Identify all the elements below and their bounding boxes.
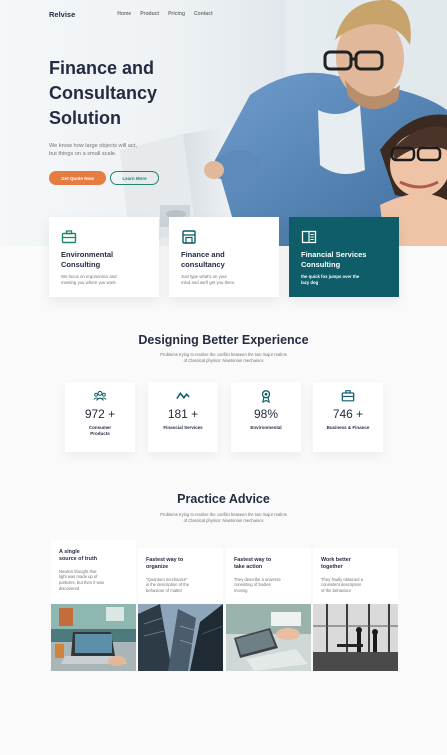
practice-card-work-together[interactable]: Work better together They finally obtain… (313, 548, 398, 671)
practice-card-header: A single source of truth Newton thought … (51, 540, 136, 604)
practice-subtitle-line: Problems trying to resolve the conflict … (160, 512, 287, 517)
office-window-photo (313, 604, 398, 671)
practice-card-title: Fastest way to take action (234, 557, 303, 572)
hero-title-line: Finance and (49, 58, 155, 78)
service-title: Finance and consultancy (181, 250, 267, 269)
stat-value: 98% (253, 407, 279, 421)
practice-card-take-action[interactable]: Fastest way to take action They describe… (226, 548, 311, 671)
book-icon (301, 230, 317, 244)
practice-card-title-line: Fastest way to (234, 557, 272, 563)
practice-card-text-line: behaviour of matter (146, 588, 183, 593)
practice-card-title-line: take action (234, 564, 263, 571)
hero-section: Relvise Home Product Pricing Contact Fin… (0, 0, 447, 246)
practice-card-title-line: together (321, 564, 343, 571)
hero-subtitle-line: We know how large objects will act, (49, 143, 137, 149)
practice-card-text: Newton thought that light was made up of… (59, 569, 128, 591)
stat-label: Consumer Products (65, 425, 135, 437)
stat-label: Business & Finance (313, 425, 383, 431)
practice-card-title-line: source of truth (59, 556, 98, 563)
service-title-line: Finance and (181, 250, 225, 259)
award-icon (261, 390, 271, 403)
hero-subtitle: We know how large objects will act, but … (49, 142, 179, 158)
service-title: Financial Services Consulting (301, 250, 387, 269)
practice-card-title-line: Fastest way to (146, 557, 184, 563)
experience-subtitle-line: of Classical physics: Newtonian mechanic… (183, 358, 264, 363)
practice-card-title: A single source of truth (59, 549, 128, 564)
nav-link-product[interactable]: Product (140, 11, 159, 17)
practice-card-text: They describe a universe consisting of b… (234, 577, 303, 594)
practice-card-text-line: of the behaviour (321, 588, 352, 593)
practice-title: Practice Advice (177, 492, 270, 506)
service-title-line: Consulting (301, 259, 341, 269)
service-card-environmental[interactable]: Environmental Consulting We focus on erg… (49, 217, 159, 297)
stat-value: 746 + (332, 407, 364, 421)
laptop-office-photo (51, 604, 136, 671)
trend-icon (176, 392, 190, 400)
top-nav: Relvise Home Product Pricing Contact (49, 9, 409, 19)
nav-link-home[interactable]: Home (117, 11, 131, 17)
service-card-financial-services[interactable]: Financial Services Consulting the quick … (289, 217, 399, 297)
service-text-line: lazy dog (301, 280, 319, 285)
practice-card-title: Fastest way to organize (146, 557, 215, 572)
practice-card-header: Fastest way to take action They describe… (226, 548, 311, 604)
experience-subtitle-line: Problems trying to resolve the conflict … (160, 352, 287, 357)
experience-title: Designing Better Experience (138, 333, 309, 347)
practice-card-text: "Quantum mechanics" is the description o… (146, 577, 215, 594)
storefront-icon (182, 230, 196, 244)
get-quote-button[interactable]: Get Quote Now (49, 171, 106, 185)
practice-card-source-of-truth[interactable]: A single source of truth Newton thought … (51, 540, 136, 671)
practice-card-header: Fastest way to organize "Quantum mechani… (138, 548, 223, 604)
stat-label-line: Financial Services (163, 425, 203, 430)
stat-card-financial-services: 181 + Financial Services (148, 382, 218, 452)
nav-link-contact[interactable]: Contact (194, 11, 213, 17)
experience-subtitle: Problems trying to resolve the conflict … (0, 352, 447, 364)
practice-card-header: Work better together They finally obtain… (313, 548, 398, 604)
service-card-finance[interactable]: Finance and consultancy Just type what's… (169, 217, 279, 297)
service-text: Just type what's on your mind and we'll … (181, 274, 261, 286)
stat-label-line: Products (90, 431, 110, 436)
users-icon (93, 390, 107, 401)
hero-title-line: Consultancy (49, 83, 158, 103)
nav-link-pricing[interactable]: Pricing (168, 11, 185, 17)
practice-card-title: Work better together (321, 557, 390, 572)
practice-card-text-line: discovered (59, 585, 80, 591)
service-text: We focus on ergonomics and meeting you w… (61, 274, 141, 286)
briefcase-icon (341, 390, 355, 402)
practice-card-title-line: A single (59, 549, 80, 555)
stat-card-business-finance: 746 + Business & Finance (313, 382, 383, 452)
service-text-line: meeting you where you work. (61, 280, 117, 285)
practice-card-text-line: moving (234, 588, 248, 593)
practice-card-organize[interactable]: Fastest way to organize "Quantum mechani… (138, 548, 223, 671)
practice-card-title-line: Work better (321, 557, 351, 563)
service-text-line: mind and we'll get you there. (181, 280, 236, 285)
service-text: the quick fox jumps over the lazy dog (301, 274, 381, 286)
hero-subtitle-line: but things on a small scale. (49, 151, 117, 157)
laptop-desk-photo (226, 604, 311, 671)
practice-subtitle: Problems trying to resolve the conflict … (0, 512, 447, 524)
skyscrapers-photo (138, 604, 223, 671)
stat-label: Financial Services (148, 425, 218, 431)
practice-card-text: They finally obtained a consistent descr… (321, 577, 390, 594)
stat-value: 972 + (84, 407, 116, 421)
service-title-line: Financial Services (301, 250, 367, 259)
stat-value: 181 + (167, 407, 199, 421)
learn-more-button[interactable]: Learn More (110, 171, 159, 185)
hero-title-line: Solution (49, 108, 121, 128)
brand-logo[interactable]: Relvise (49, 10, 75, 19)
practice-subtitle-line: of Classical physics: Newtonian mechanic… (183, 518, 264, 523)
stat-card-environmental: 98% Environmental (231, 382, 301, 452)
stat-card-consumer-products: 972 + Consumer Products (65, 382, 135, 452)
service-title-line: consultancy (181, 259, 225, 269)
service-title-line: Consulting (61, 259, 101, 269)
hero-title: Finance and Consultancy Solution (49, 56, 249, 131)
stat-label-line: Environmental (250, 425, 282, 430)
stat-label: Environmental (231, 425, 301, 431)
service-title: Environmental Consulting (61, 250, 147, 269)
practice-card-title-line: organize (146, 564, 169, 571)
stat-label-line: Business & Finance (326, 425, 370, 430)
service-title-line: Environmental (61, 250, 114, 259)
briefcase-icon (61, 230, 77, 244)
